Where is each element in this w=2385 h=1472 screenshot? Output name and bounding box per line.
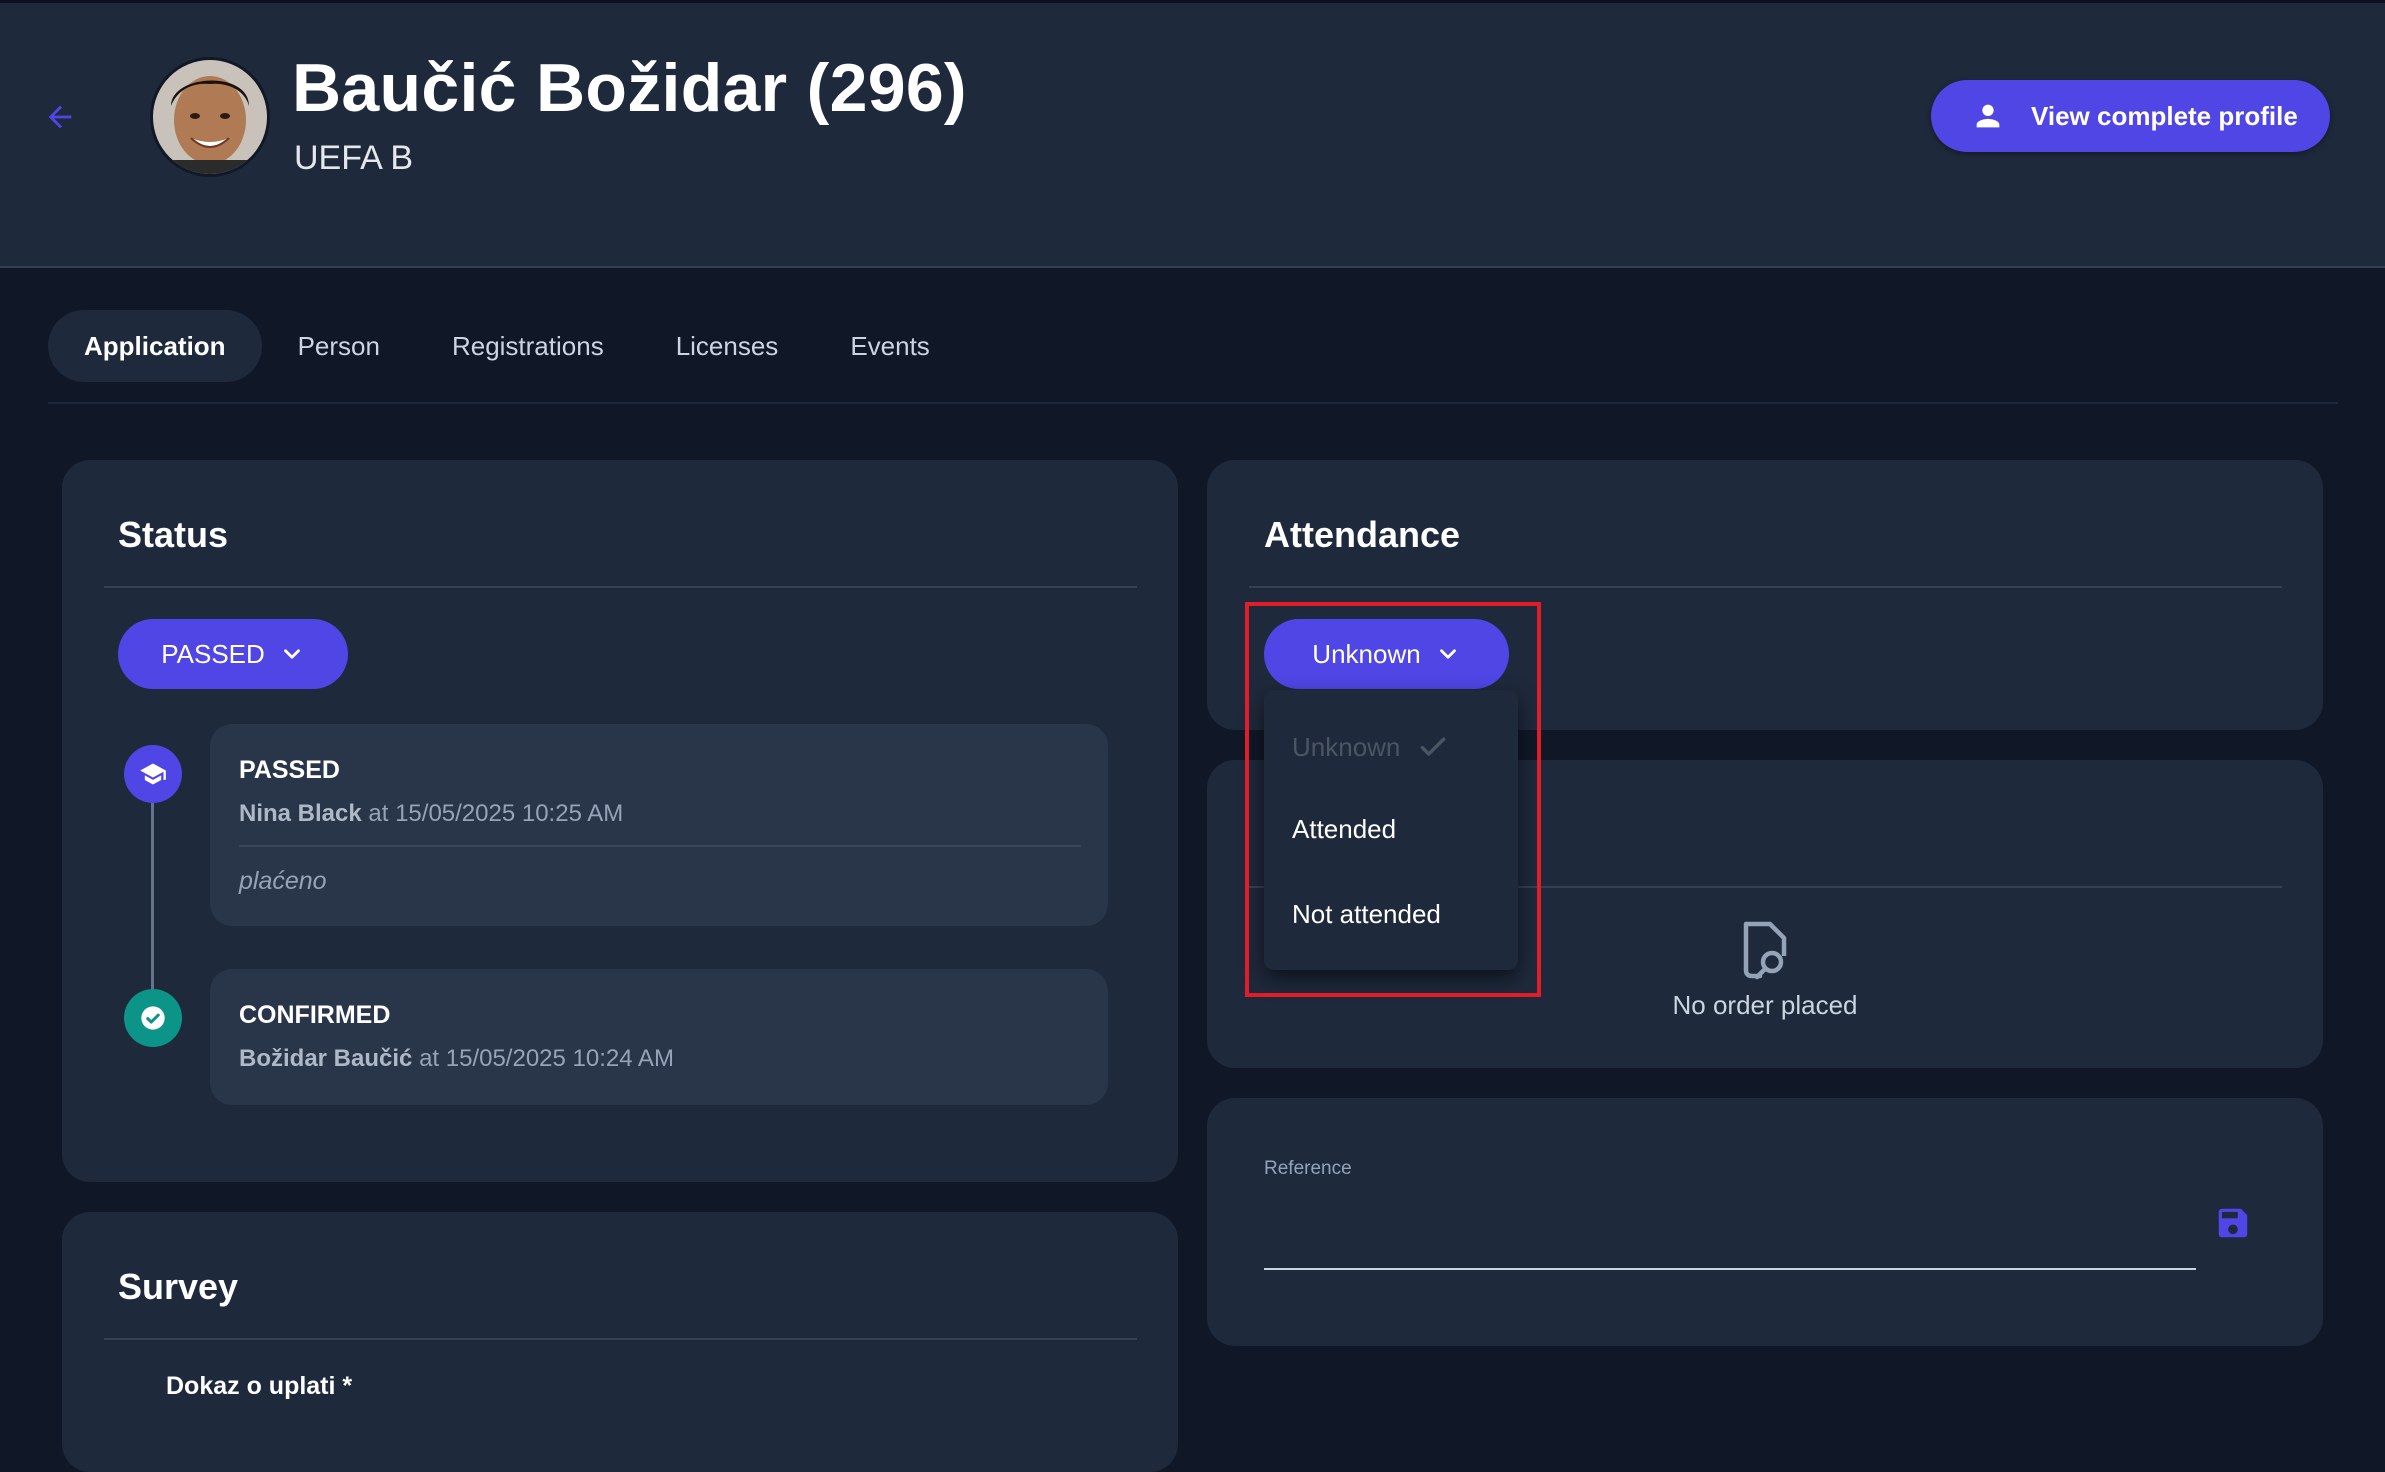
timeline-time: at 15/05/2025 10:24 AM xyxy=(419,1045,674,1072)
no-order-text: No order placed xyxy=(1672,990,1858,1020)
timeline-meta: Nina Black at 15/05/2025 10:25 AM xyxy=(239,800,623,828)
view-complete-profile-label: View complete profile xyxy=(2031,100,2298,131)
person-icon xyxy=(1971,99,2005,133)
status-select-button[interactable]: PASSED xyxy=(118,619,348,689)
save-icon xyxy=(2214,1204,2252,1242)
timeline-entry-divider xyxy=(239,845,1081,847)
page-title: Baučić Božidar (296) xyxy=(292,50,967,126)
document-search-icon xyxy=(1738,920,1792,985)
back-button[interactable] xyxy=(38,95,82,139)
timeline-note: plaćeno xyxy=(239,867,327,895)
profile-header: Baučić Božidar (296) UEFA B View complet… xyxy=(0,0,2385,268)
status-card-title: Status xyxy=(118,514,229,555)
page-subtitle: UEFA B xyxy=(294,139,414,177)
chevron-down-icon xyxy=(279,641,305,667)
status-select-label: PASSED xyxy=(161,638,265,669)
survey-field-label: Dokaz o uplati * xyxy=(166,1372,353,1400)
view-complete-profile-button[interactable]: View complete profile xyxy=(1931,80,2330,152)
status-card-divider xyxy=(104,586,1137,588)
timeline-entry-confirmed: CONFIRMED Božidar Baučić at 15/05/2025 1… xyxy=(210,969,1108,1105)
timeline-time: at 15/05/2025 10:25 AM xyxy=(368,800,624,827)
tab-person[interactable]: Person xyxy=(262,310,416,382)
timeline-connector xyxy=(151,774,154,1018)
survey-card xyxy=(62,1212,1178,1472)
check-circle-icon xyxy=(139,1004,167,1032)
tab-bar: Application Person Registrations License… xyxy=(48,310,966,382)
graduation-cap-icon xyxy=(139,760,167,788)
timeline-status: PASSED xyxy=(239,756,340,784)
highlight-box xyxy=(1245,602,1541,997)
timeline-dot-confirmed xyxy=(124,989,182,1047)
timeline-meta: Božidar Baučić at 15/05/2025 10:24 AM xyxy=(239,1045,674,1073)
survey-card-title: Survey xyxy=(118,1266,239,1307)
timeline-user: Nina Black xyxy=(239,800,362,827)
tab-licenses[interactable]: Licenses xyxy=(640,310,815,382)
attendance-card-divider xyxy=(1249,586,2282,588)
timeline-dot-passed xyxy=(124,745,182,803)
save-button[interactable] xyxy=(2212,1202,2254,1244)
attendance-card-title: Attendance xyxy=(1264,514,1461,555)
tab-registrations[interactable]: Registrations xyxy=(416,310,640,382)
arrow-left-icon xyxy=(43,100,77,134)
tab-events[interactable]: Events xyxy=(814,310,966,382)
avatar xyxy=(150,57,270,177)
survey-card-divider xyxy=(104,1338,1137,1340)
tab-divider xyxy=(48,402,2338,404)
reference-label: Reference xyxy=(1264,1158,1352,1179)
tab-application[interactable]: Application xyxy=(48,310,262,382)
reference-input[interactable] xyxy=(1264,1186,2196,1270)
timeline-status: CONFIRMED xyxy=(239,1001,391,1029)
timeline-entry-passed: PASSED Nina Black at 15/05/2025 10:25 AM… xyxy=(210,724,1108,926)
timeline-user: Božidar Baučić xyxy=(239,1045,413,1072)
